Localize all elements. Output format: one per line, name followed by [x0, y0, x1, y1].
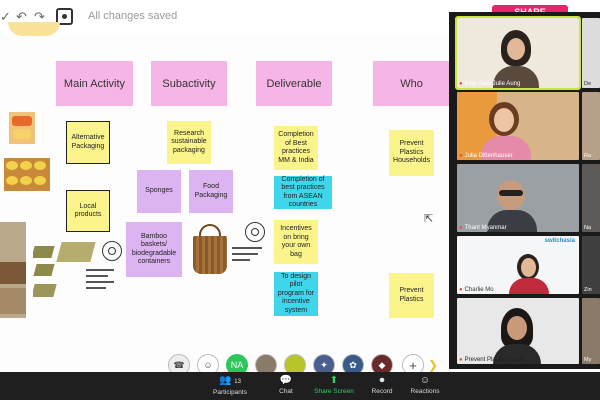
local-products-photo[interactable]	[0, 222, 26, 318]
logo-icon-2	[245, 222, 265, 242]
caption-scribble	[86, 266, 114, 298]
note-food-packaging[interactable]: Food Packaging	[189, 170, 233, 213]
participant-name: Thant Myanmar	[464, 225, 507, 231]
mic-muted-icon: ●	[459, 287, 463, 293]
mic-muted-icon: ●	[459, 357, 463, 363]
header-deliverable[interactable]: Deliverable	[256, 61, 332, 106]
video-gallery-panel: ● Engr Naw Julie Aung ● Julia Dittenhauser…	[449, 12, 600, 369]
participants-button[interactable]: 👥 13 Participants	[205, 374, 255, 396]
mic-muted-icon: ●	[459, 153, 463, 159]
save-status: All changes saved	[88, 10, 178, 22]
reactions-button[interactable]: ☺ Reactions	[400, 374, 450, 395]
mouse-cursor-icon: ⇱	[424, 213, 434, 225]
food-packaging-photo[interactable]	[4, 158, 50, 191]
participants-icon: 👥 13	[219, 375, 241, 386]
participant-name: Prevent Plastics Myan...	[464, 357, 529, 363]
header-main-activity[interactable]: Main Activity	[56, 61, 133, 106]
header-subactivity[interactable]: Subactivity	[151, 61, 227, 106]
chevron-right-icon[interactable]: ❯	[428, 358, 438, 372]
reactions-icon: ☺	[419, 375, 431, 386]
chat-icon: 💬	[279, 375, 293, 386]
bamboo-basket-image[interactable]	[191, 224, 229, 276]
switchasia-logo: switchasia	[544, 238, 575, 244]
note-best-practices-asean[interactable]: Completion of best practices from ASEAN …	[274, 176, 332, 209]
video-tile-side-3[interactable]: Na	[582, 164, 600, 232]
whiteboard-app: ✓ ↶ ↷ All changes saved SHARE Main Activ…	[0, 0, 600, 400]
participant-name: Engr Naw Julie Aung	[464, 81, 521, 87]
logo-icon	[102, 241, 122, 261]
share-screen-icon: ⬆	[329, 375, 339, 386]
note-pilot-program[interactable]: To design pilot program for incentive sy…	[274, 272, 318, 316]
canvas-shape	[8, 22, 60, 36]
mic-muted-icon: ●	[459, 225, 463, 231]
participant-name: Julia Dittenhauser	[464, 153, 513, 159]
mic-muted-icon: ●	[459, 81, 463, 87]
note-best-practices-mm[interactable]: Completion of Best practices MM & India	[274, 126, 318, 170]
note-prevent-households[interactable]: Prevent Plastics Households	[389, 130, 434, 176]
participant-name: Charlie Mo	[464, 287, 494, 293]
video-tile-4[interactable]: switchasia ● Charlie Mo	[457, 236, 579, 294]
packaging-photo-1[interactable]	[9, 112, 35, 144]
chat-button[interactable]: 💬 Chat	[261, 374, 311, 395]
note-prevent-plastics[interactable]: Prevent Plastics	[389, 273, 434, 318]
video-tile-side-4[interactable]: Zin	[582, 236, 600, 294]
share-screen-button[interactable]: ⬆ Share Screen	[309, 374, 359, 395]
video-tile-5[interactable]: ● Prevent Plastics Myan...	[457, 298, 579, 364]
video-tile-side-1[interactable]: De	[582, 18, 600, 88]
video-tile-side-2[interactable]: Ra	[582, 92, 600, 160]
note-incentives[interactable]: Incentives on bring your own bag	[274, 220, 318, 264]
note-alternative-packaging[interactable]: Alternative Packaging	[66, 121, 110, 164]
header-who[interactable]: Who	[373, 61, 450, 106]
meeting-controls-bar: 👥 13 Participants 💬 Chat ⬆ Share Screen …	[0, 372, 600, 400]
note-bamboo-baskets[interactable]: Bamboo baskets/ biodegradable containers	[126, 222, 182, 277]
video-tile-3[interactable]: ● Thant Myanmar	[457, 164, 579, 232]
note-research-packaging[interactable]: Research sustainable packaging	[167, 121, 211, 164]
caption-scribble-2	[232, 244, 262, 266]
note-local-products[interactable]: Local products	[66, 190, 110, 232]
note-sponges[interactable]: Sponges	[137, 170, 181, 213]
video-tile-speaker[interactable]: ● Engr Naw Julie Aung	[455, 16, 581, 90]
video-tile-side-5[interactable]: My	[582, 298, 600, 364]
video-tile-2[interactable]: ● Julia Dittenhauser	[457, 92, 579, 160]
